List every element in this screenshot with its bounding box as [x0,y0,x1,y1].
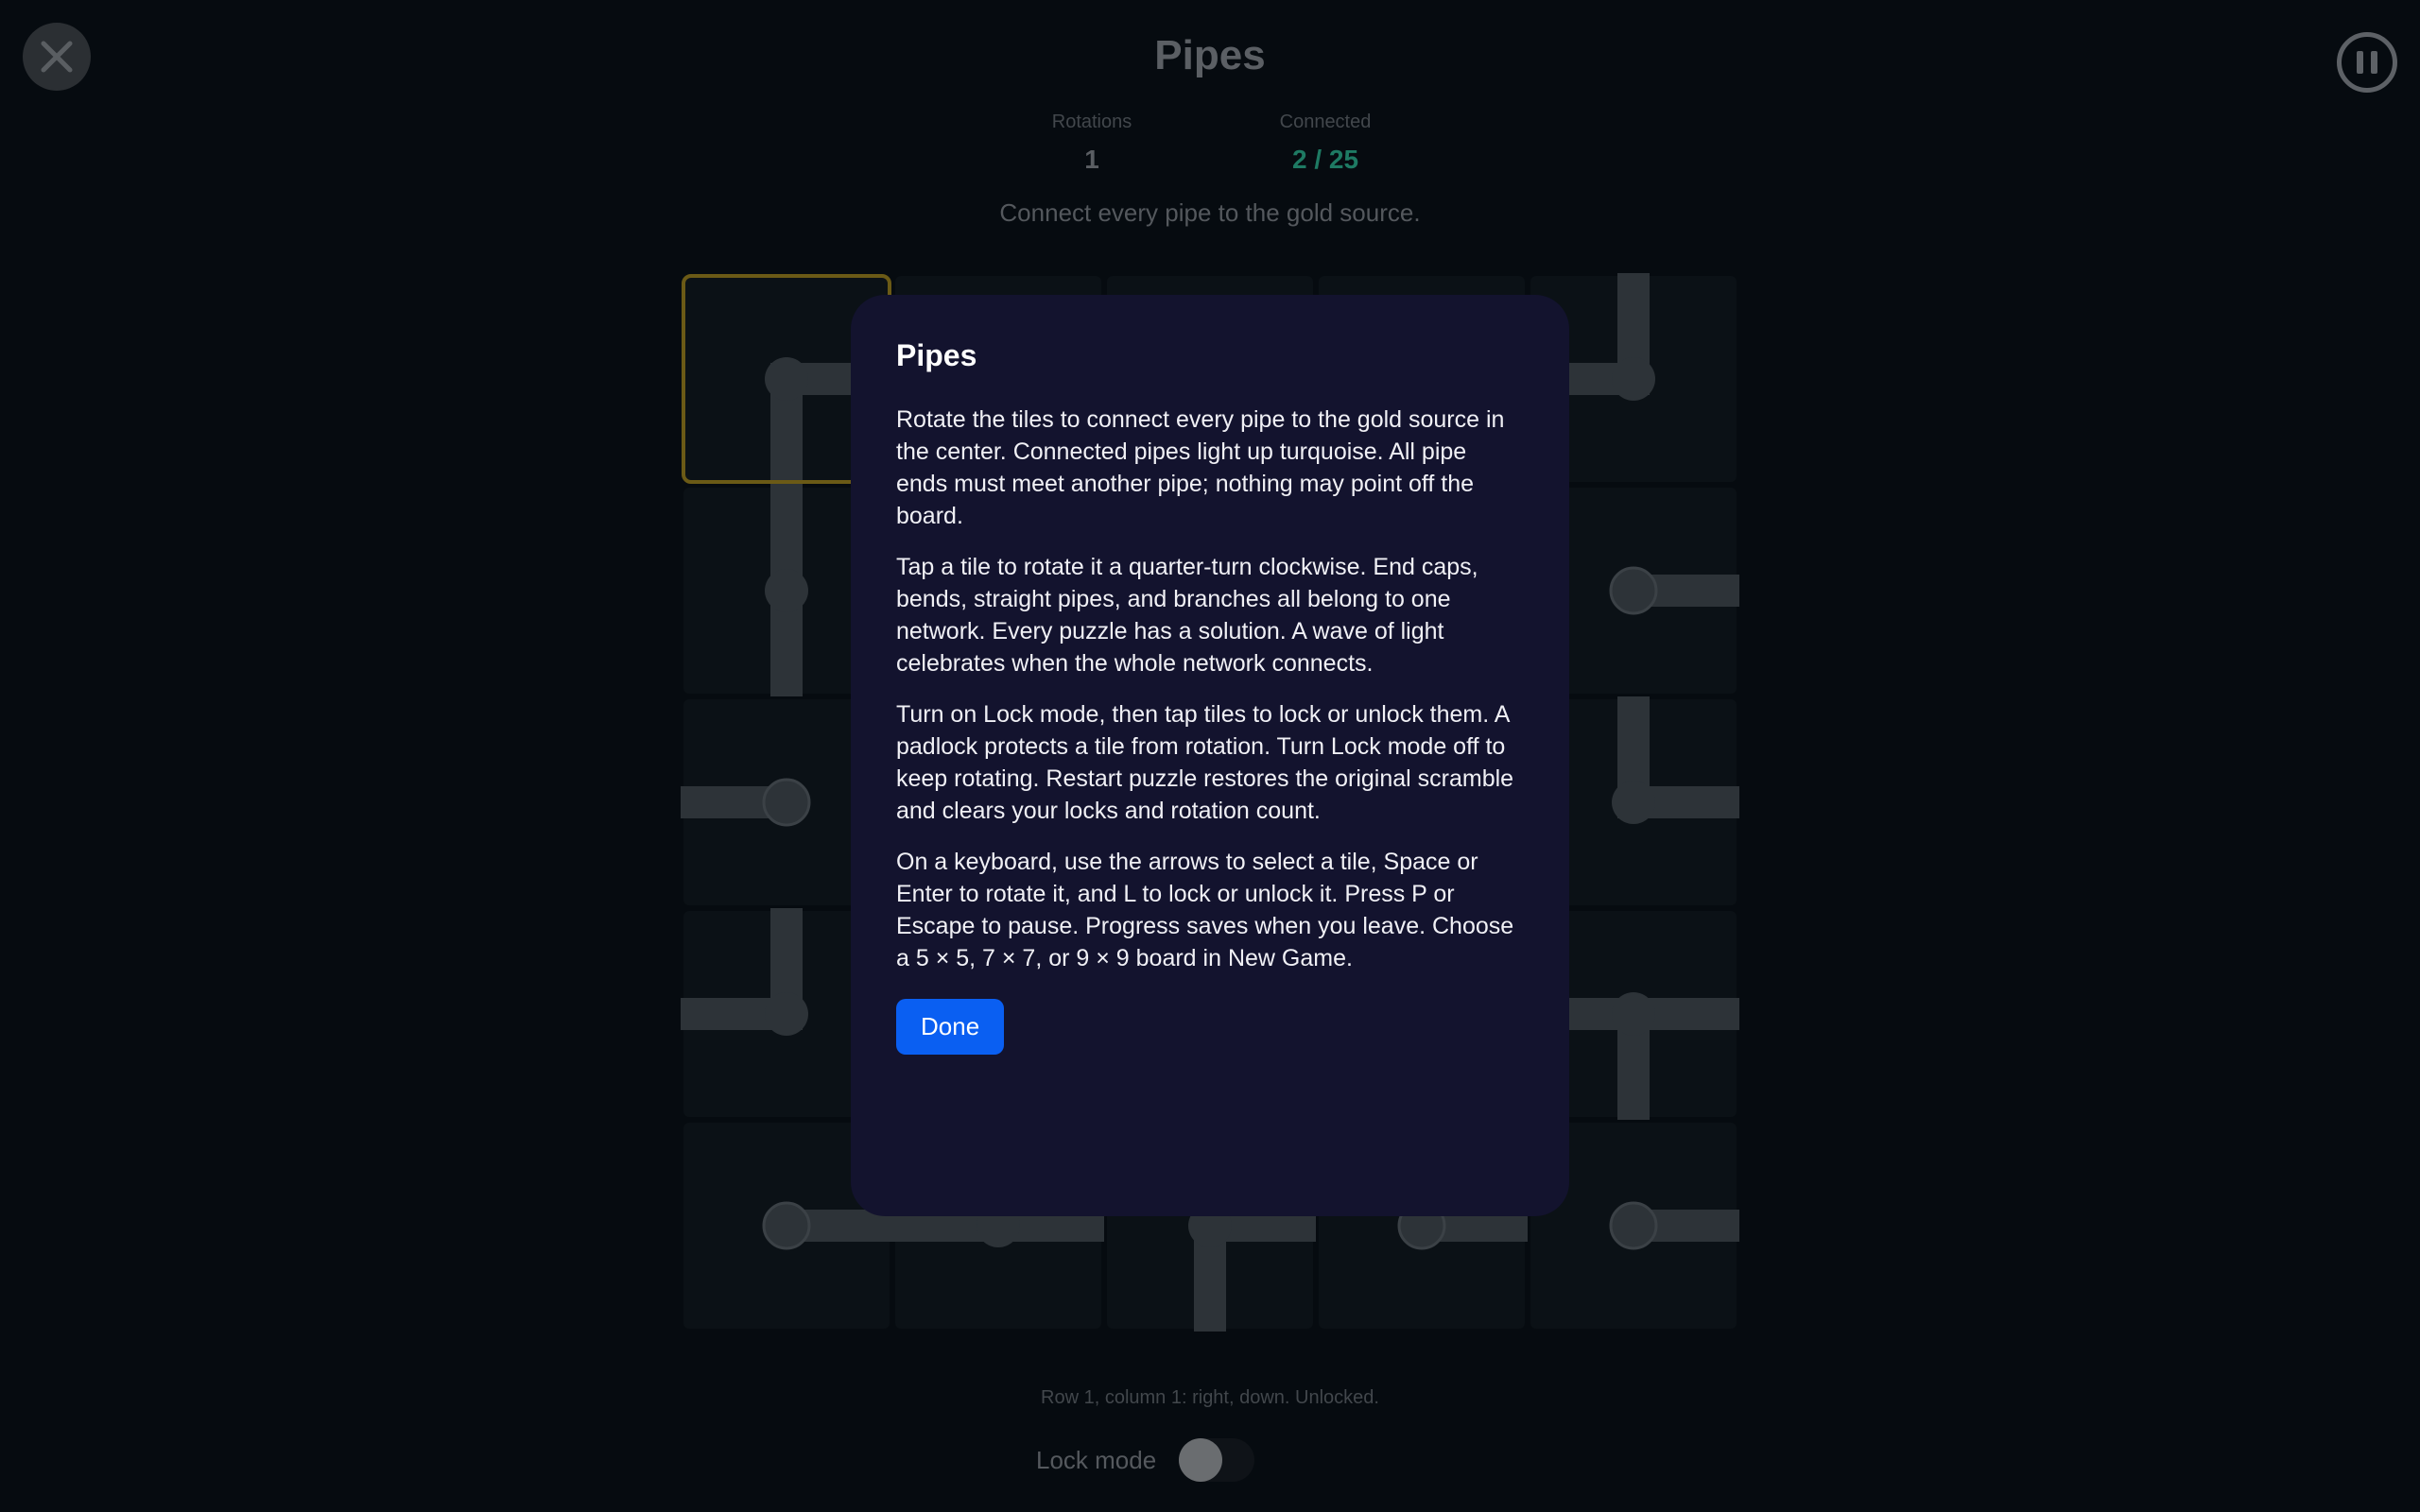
dialog-title: Pipes [896,338,977,372]
done-button[interactable]: Done [896,999,1005,1055]
toggle-knob [1179,1438,1223,1482]
rotations-label: Rotations [1051,112,1132,132]
lock-mode-label: Lock mode [1036,1445,1157,1474]
dialog-paragraph-3: Turn on Lock mode, then tap tiles to loc… [896,701,1514,824]
lock-mode-toggle[interactable] [1179,1438,1255,1482]
instruction-text: Connect every pipe to the gold source. [999,198,1421,227]
pause-icon [2357,51,2377,74]
lock-mode-row: Lock mode [1036,1438,1255,1482]
status-line: Row 1, column 1: right, down. Unlocked. [1041,1387,1379,1408]
dialog-paragraph-2: Tap a tile to rotate it a quarter-turn c… [896,554,1478,677]
game-screen: Pipes Rotations 1 Connected 2 / 25 Conne… [0,0,2420,1512]
pipe-r3-c1 [681,778,811,827]
pipe-r2-c1 [765,485,808,696]
pipe-r2-c5 [1609,566,1739,615]
connected-stat: Connected 2 / 25 [1231,112,1420,175]
connected-label: Connected [1279,112,1372,132]
dialog-paragraph-1: Rotate the tiles to connect every pipe t… [896,406,1505,529]
connected-value: 2 / 25 [1291,145,1359,174]
dialog-paragraph-4: On a keyboard, use the arrows to select … [896,849,1514,971]
rotations-value: 1 [1084,145,1099,174]
pause-button[interactable] [2337,32,2397,93]
help-dialog: Pipes Rotate the tiles to connect every … [851,295,1569,1216]
pipe-r5-c5 [1609,1201,1739,1250]
page-title: Pipes [1154,32,1266,78]
rotations-stat: Rotations 1 [997,112,1186,175]
